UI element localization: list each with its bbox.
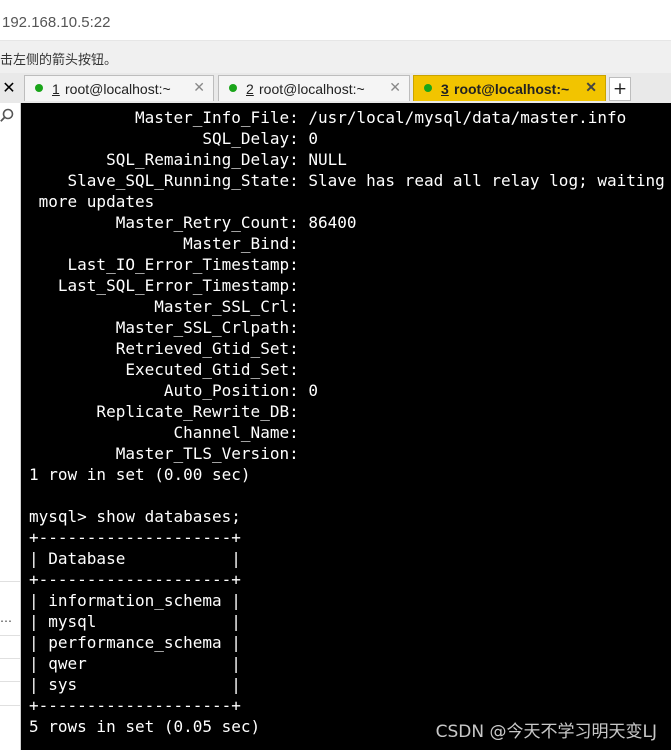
terminal-line: 1 row in set (0.00 sec) <box>29 465 251 484</box>
terminal-line: | qwer | <box>29 654 241 673</box>
terminal-line: Master_TLS_Version: <box>29 444 299 463</box>
terminal-line: | performance_schema | <box>29 633 241 652</box>
session-status-icon <box>35 84 43 92</box>
terminal-line: mysql> show databases; <box>29 507 241 526</box>
terminal-line: | sys | <box>29 675 241 694</box>
divider <box>0 635 20 636</box>
terminal-line: Channel_Name: <box>29 423 299 442</box>
tab-strip: ✕ 1 root@localhost:~ ✕ 2 root@localhost:… <box>0 73 671 104</box>
address-bar[interactable]: 192.168.10.5:22 <box>0 0 671 41</box>
tab-session-3[interactable]: 3 root@localhost:~ ✕ <box>413 75 606 101</box>
tab-label: root@localhost:~ <box>65 81 171 97</box>
terminal-line: Auto_Position: 0 <box>29 381 318 400</box>
left-panel: … <box>0 103 21 750</box>
tab-session-1[interactable]: 1 root@localhost:~ ✕ <box>24 75 214 101</box>
terminal-line: Last_IO_Error_Timestamp: <box>29 255 299 274</box>
terminal-line: SQL_Delay: 0 <box>29 129 318 148</box>
terminal-line: | information_schema | <box>29 591 241 610</box>
session-status-icon <box>424 84 432 92</box>
terminal-text: Master_Info_File: /usr/local/mysql/data/… <box>29 107 671 737</box>
terminal-output[interactable]: Master_Info_File: /usr/local/mysql/data/… <box>21 103 671 750</box>
hint-text: 击左侧的箭头按钮。 <box>0 53 118 68</box>
hint-bar: 击左侧的箭头按钮。 <box>0 41 671 73</box>
close-icon[interactable]: ✕ <box>389 79 401 96</box>
terminal-line: Retrieved_Gtid_Set: <box>29 339 299 358</box>
divider <box>0 705 20 706</box>
terminal-line: SQL_Remaining_Delay: NULL <box>29 150 347 169</box>
tab-session-2[interactable]: 2 root@localhost:~ ✕ <box>218 75 410 101</box>
search-icon[interactable] <box>0 108 14 122</box>
close-icon[interactable]: ✕ <box>193 79 205 96</box>
terminal-line: Last_SQL_Error_Timestamp: <box>29 276 299 295</box>
tab-number: 2 <box>246 81 254 97</box>
close-icon[interactable]: ✕ <box>0 73 18 103</box>
terminal-line: 5 rows in set (0.05 sec) <box>29 717 261 736</box>
terminal-line: Slave_SQL_Running_State: Slave has read … <box>29 171 671 190</box>
terminal-line: | Database | <box>29 549 241 568</box>
terminal-line: Master_Info_File: /usr/local/mysql/data/… <box>29 108 627 127</box>
watermark: CSDN @今天不学习明天变LJ <box>435 722 657 742</box>
tab-label: root@localhost:~ <box>454 81 570 97</box>
divider <box>0 658 20 659</box>
terminal-line: Executed_Gtid_Set: <box>29 360 299 379</box>
address-text: 192.168.10.5:22 <box>2 14 111 31</box>
terminal-line: Master_Bind: <box>29 234 299 253</box>
terminal-line: +--------------------+ <box>29 528 241 547</box>
divider <box>0 681 20 682</box>
terminal-line: Master_Retry_Count: 86400 <box>29 213 357 232</box>
tab-label: root@localhost:~ <box>259 81 365 97</box>
divider <box>0 581 20 582</box>
terminal-line: | mysql | <box>29 612 241 631</box>
close-icon[interactable]: ✕ <box>585 79 597 96</box>
plus-icon[interactable]: + <box>609 77 631 101</box>
tab-number: 1 <box>52 81 60 97</box>
terminal-line: +--------------------+ <box>29 696 241 715</box>
terminal-line: Replicate_Rewrite_DB: <box>29 402 299 421</box>
tab-number: 3 <box>441 81 449 97</box>
terminal-line: +--------------------+ <box>29 570 241 589</box>
terminal-line: Master_SSL_Crlpath: <box>29 318 299 337</box>
terminal-line: Master_SSL_Crl: <box>29 297 299 316</box>
ellipsis-icon: … <box>0 611 12 625</box>
session-status-icon <box>229 84 237 92</box>
terminal-line: more updates <box>29 192 155 211</box>
